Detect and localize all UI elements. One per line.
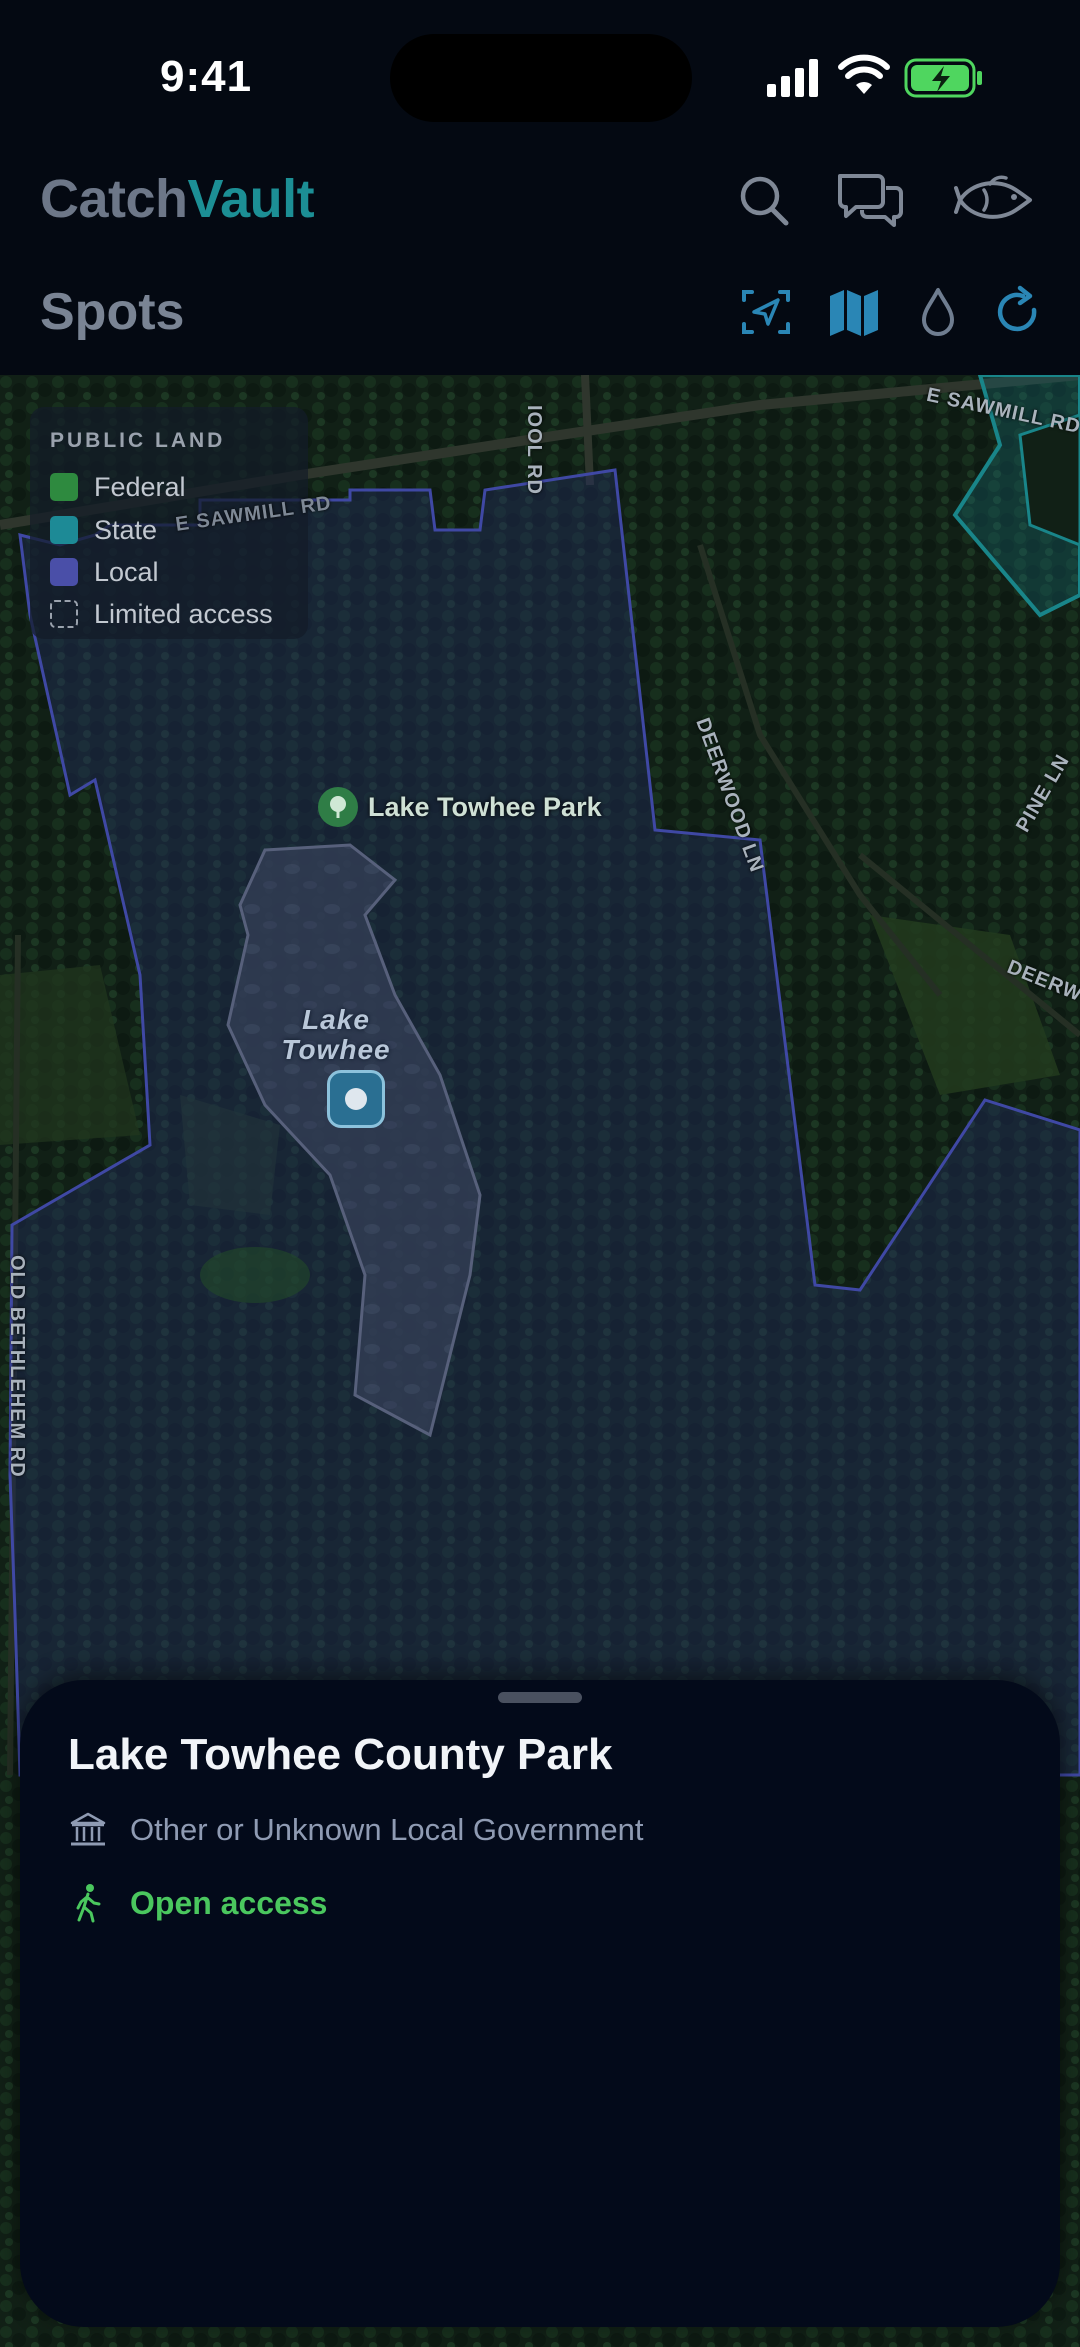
battery-charging-icon (904, 58, 982, 98)
app-header: CatchVault Spots (0, 150, 1080, 375)
access-status: Open access (130, 1884, 328, 1921)
managing-agency-row: Other or Unknown Local Government (68, 1810, 643, 1850)
road-label-bethlehem: OLD BETHLEHEM RD (6, 1255, 28, 1478)
legend-label: Federal (94, 471, 186, 502)
status-bar: 9:41 (0, 0, 1080, 150)
lake-label-line: Towhee (281, 1034, 391, 1065)
park-poi[interactable]: Lake Towhee Park (318, 787, 602, 827)
fish-icon[interactable] (954, 164, 1036, 236)
marker-dot (345, 1088, 367, 1110)
status-time: 9:41 (160, 52, 253, 101)
legend-item-limited-access: Limited access (50, 594, 273, 634)
sheet-grabber[interactable] (498, 1692, 582, 1703)
map-icon[interactable] (826, 284, 882, 340)
app-logo: CatchVault (40, 169, 315, 229)
search-icon[interactable] (728, 164, 800, 236)
legend-label: Local (94, 556, 159, 587)
lake-label-line: Lake (302, 1004, 370, 1035)
road-label-school: IOOL RD (523, 405, 545, 495)
local-swatch (50, 558, 78, 586)
federal-swatch (50, 473, 78, 501)
dynamic-island (390, 34, 692, 122)
government-building-icon (68, 1810, 108, 1850)
chat-bubbles-icon[interactable] (834, 164, 906, 236)
refresh-icon[interactable] (990, 284, 1046, 340)
tree-icon (318, 787, 358, 827)
cellular-signal-icon (767, 59, 818, 97)
lake-label: Lake Towhee (272, 1005, 400, 1065)
legend-label: Limited access (94, 598, 273, 629)
walking-person-icon (68, 1883, 108, 1923)
access-row: Open access (68, 1883, 327, 1923)
spot-detail-sheet[interactable]: Lake Towhee County Park Other or Unknown… (20, 1680, 1060, 2327)
legend-item-state: State (50, 510, 157, 550)
water-drop-icon[interactable] (910, 284, 966, 340)
page-title: Spots (40, 283, 185, 341)
lake-location-marker[interactable] (327, 1070, 385, 1128)
legend-item-local: Local (50, 552, 159, 592)
park-poi-label: Lake Towhee Park (368, 791, 602, 822)
limited-access-swatch (50, 600, 78, 628)
wifi-icon (838, 54, 890, 94)
locate-frame-icon[interactable] (738, 284, 794, 340)
state-swatch (50, 516, 78, 544)
managing-agency: Other or Unknown Local Government (130, 1812, 644, 1847)
legend-item-federal: Federal (50, 467, 186, 507)
spot-title: Lake Towhee County Park (68, 1730, 613, 1779)
legend-label: State (94, 514, 158, 545)
legend-title: PUBLIC LAND (50, 429, 226, 452)
